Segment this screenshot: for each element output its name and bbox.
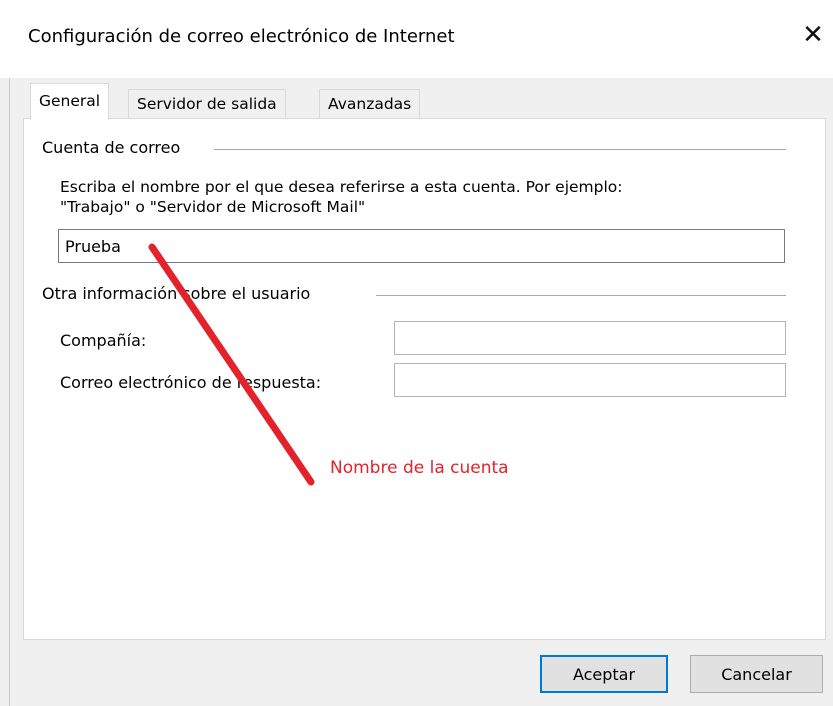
- ok-button[interactable]: Aceptar: [540, 655, 668, 693]
- dialog-title: Configuración de correo electrónico de I…: [28, 26, 455, 47]
- user-group-divider: [376, 295, 786, 296]
- company-input[interactable]: [394, 321, 786, 355]
- tab-outgoing-server[interactable]: Servidor de salida: [128, 89, 286, 119]
- company-label: Compañía:: [60, 331, 147, 350]
- annotation-label: Nombre de la cuenta: [330, 458, 509, 478]
- account-group-divider: [214, 149, 786, 150]
- user-group-label: Otra información sobre el usuario: [42, 284, 317, 303]
- reply-email-label: Correo electrónico de respuesta:: [60, 373, 322, 392]
- window-edge: [9, 78, 10, 706]
- tab-panel-general: Cuenta de correo Escriba el nombre por e…: [23, 118, 826, 640]
- close-icon[interactable]: ✕: [796, 18, 830, 52]
- account-name-input[interactable]: [58, 229, 785, 263]
- tab-advanced[interactable]: Avanzadas: [319, 89, 421, 119]
- dialog-titlebar: Configuración de correo electrónico de I…: [0, 0, 833, 78]
- account-group-label: Cuenta de correo: [42, 138, 187, 157]
- account-description-line2: "Trabajo" o "Servidor de Microsoft Mail": [60, 198, 366, 216]
- tab-general[interactable]: General: [30, 83, 110, 120]
- account-description-line1: Escriba el nombre por el que desea refer…: [60, 178, 623, 196]
- cancel-button[interactable]: Cancelar: [690, 655, 823, 693]
- reply-email-input[interactable]: [394, 363, 786, 397]
